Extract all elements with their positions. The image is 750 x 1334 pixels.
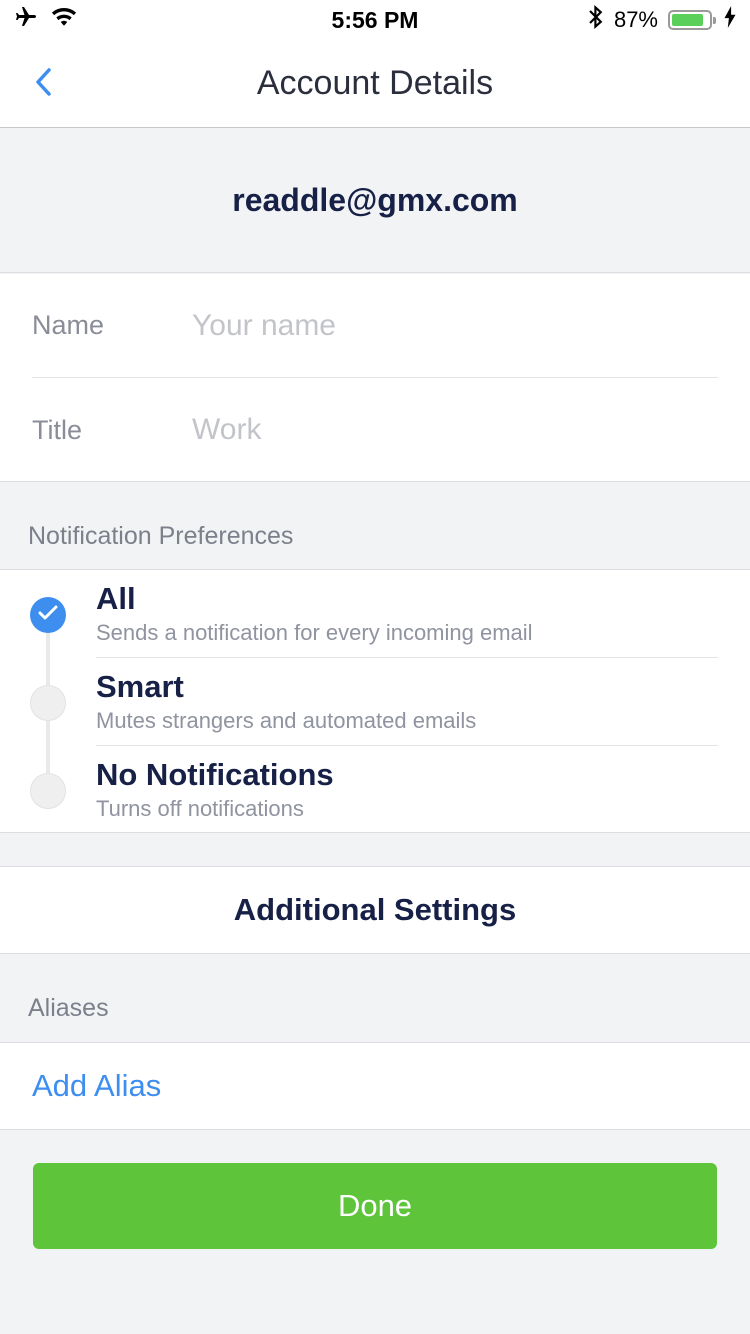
- option-text: Smart Mutes strangers and automated emai…: [96, 668, 718, 746]
- airplane-icon: [12, 5, 40, 35]
- name-row: Name: [32, 274, 718, 378]
- profile-form: Name Title: [0, 274, 750, 482]
- checkmark-icon: [38, 605, 58, 626]
- wifi-icon: [50, 6, 78, 34]
- option-title: No Notifications: [96, 757, 334, 792]
- bluetooth-icon: [588, 4, 604, 35]
- status-right: 87%: [588, 4, 736, 35]
- name-label: Name: [32, 310, 105, 340]
- battery-icon: [668, 10, 716, 30]
- option-description: Turns off notifications: [96, 796, 304, 821]
- option-title: Smart: [96, 669, 184, 704]
- notification-option-smart[interactable]: Smart Mutes strangers and automated emai…: [0, 658, 750, 746]
- chevron-left-icon: [35, 67, 53, 102]
- battery-fill: [672, 14, 704, 26]
- option-title: All: [96, 581, 136, 616]
- radio-unselected[interactable]: [30, 773, 66, 809]
- notification-option-none[interactable]: No Notifications Turns off notifications: [0, 746, 750, 834]
- name-input[interactable]: [192, 308, 718, 343]
- add-alias-link[interactable]: Add Alias: [32, 1068, 161, 1104]
- title-row: Title: [32, 378, 718, 482]
- radio-selected[interactable]: [30, 597, 66, 633]
- charging-bolt-icon: [724, 6, 736, 34]
- option-description: Sends a notification for every incoming …: [96, 620, 533, 645]
- alias-row[interactable]: Add Alias: [0, 1042, 750, 1130]
- notification-options: All Sends a notification for every incom…: [0, 569, 750, 833]
- battery-percent: 87%: [613, 7, 658, 32]
- aliases-header: Aliases: [28, 994, 109, 1022]
- notification-option-all[interactable]: All Sends a notification for every incom…: [0, 570, 750, 658]
- page-title: Account Details: [256, 64, 494, 102]
- notification-preferences-header: Notification Preferences: [28, 522, 294, 550]
- account-email: readdle@gmx.com: [232, 182, 518, 218]
- status-bar: 5:56 PM 87%: [0, 0, 750, 40]
- done-button[interactable]: Done: [33, 1163, 717, 1249]
- option-text: No Notifications Turns off notifications: [96, 756, 718, 834]
- option-description: Mutes strangers and automated emails: [96, 708, 477, 733]
- title-label: Title: [32, 414, 83, 445]
- back-button[interactable]: [24, 60, 64, 108]
- status-left: [12, 5, 78, 35]
- radio-unselected[interactable]: [30, 685, 66, 721]
- account-header: readdle@gmx.com: [0, 129, 750, 273]
- nav-bar: Account Details: [0, 40, 750, 128]
- title-input[interactable]: [192, 413, 718, 447]
- additional-settings-button[interactable]: Additional Settings: [0, 866, 750, 954]
- option-text: All Sends a notification for every incom…: [96, 580, 718, 658]
